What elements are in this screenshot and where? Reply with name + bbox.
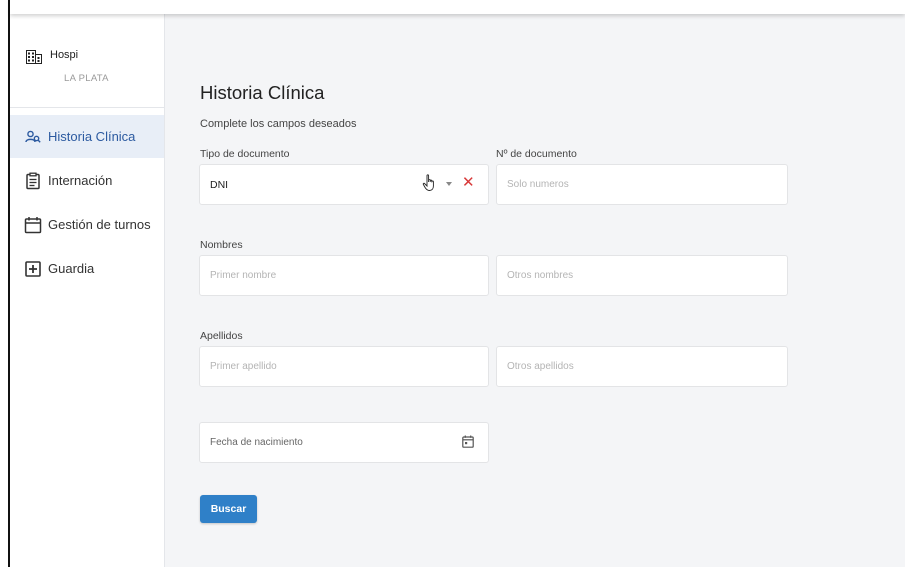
doc-type-label: Tipo de documento: [200, 148, 290, 160]
sidebar-nav: Historia Clínica Internación Gestión de …: [10, 115, 164, 291]
sidebar: Hospi LA PLATA Historia Clínica Internac…: [10, 14, 165, 567]
dropdown-caret-icon[interactable]: [446, 182, 452, 186]
first-surname-input[interactable]: [200, 347, 488, 386]
clear-selection-icon[interactable]: ✕: [462, 175, 475, 190]
brand-location: LA PLATA: [64, 73, 109, 84]
names-label: Nombres: [200, 239, 243, 251]
sidebar-item-label: Internación: [48, 173, 113, 188]
sidebar-item-gestion-turnos[interactable]: Gestión de turnos: [10, 203, 164, 246]
sidebar-item-internacion[interactable]: Internación: [10, 159, 164, 202]
other-surnames-input[interactable]: [497, 347, 787, 386]
doc-number-label: Nº de documento: [496, 148, 577, 160]
first-name-input[interactable]: [200, 256, 488, 295]
first-surname-field[interactable]: [199, 346, 489, 387]
other-names-input[interactable]: [497, 256, 787, 295]
hand-cursor-icon: [422, 174, 434, 191]
other-surnames-field[interactable]: [496, 346, 788, 387]
calendar-icon: [24, 216, 42, 233]
birthdate-placeholder: Fecha de nacimiento: [210, 437, 303, 448]
sidebar-item-label: Historia Clínica: [48, 129, 136, 144]
page-title: Historia Clínica: [200, 82, 325, 103]
birthdate-field[interactable]: Fecha de nacimiento: [199, 422, 489, 463]
sidebar-item-label: Guardia: [48, 261, 95, 276]
calendar-picker-icon[interactable]: [462, 435, 474, 448]
doc-type-select[interactable]: DNI ✕: [199, 164, 489, 205]
clipboard-icon: [26, 172, 40, 189]
search-button[interactable]: Buscar: [200, 495, 257, 523]
brand: Hospi LA PLATA: [10, 14, 164, 108]
sidebar-item-guardia[interactable]: Guardia: [10, 247, 164, 290]
main-content: Historia Clínica Complete los campos des…: [165, 14, 905, 567]
users-icon: [25, 130, 41, 143]
doc-type-value: DNI: [210, 179, 229, 191]
brand-name: Hospi: [50, 49, 79, 61]
plus-box-icon: [25, 260, 41, 277]
surnames-label: Apellidos: [200, 330, 243, 342]
form-subtitle: Complete los campos deseados: [200, 118, 357, 130]
first-name-field[interactable]: [199, 255, 489, 296]
other-names-field[interactable]: [496, 255, 788, 296]
sidebar-item-historia-clinica[interactable]: Historia Clínica: [10, 115, 164, 158]
doc-number-input[interactable]: [497, 165, 787, 204]
doc-number-field[interactable]: [496, 164, 788, 205]
top-bar: [10, 0, 905, 14]
building-icon: [26, 50, 42, 64]
sidebar-item-label: Gestión de turnos: [48, 217, 151, 232]
